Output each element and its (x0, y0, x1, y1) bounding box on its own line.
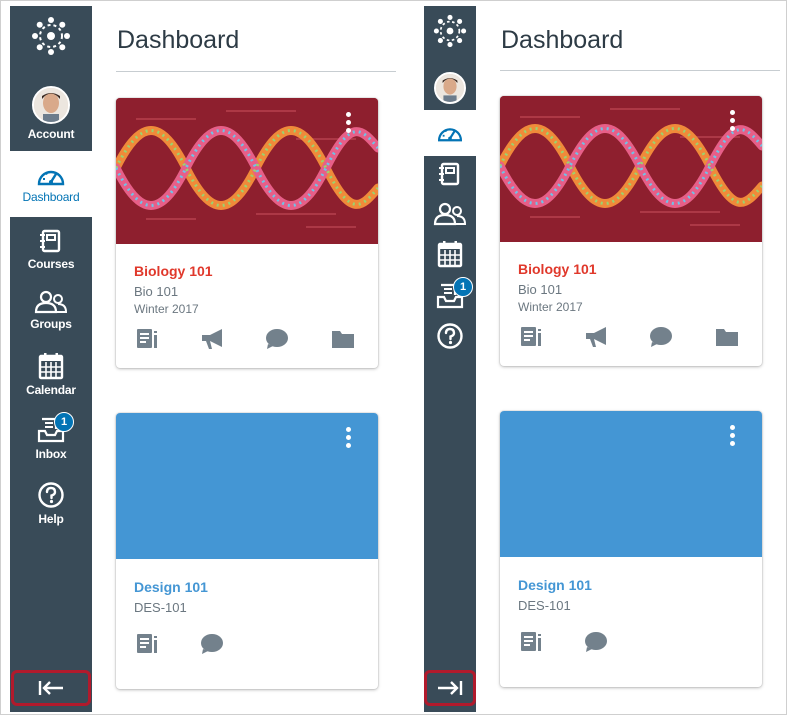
course-card-image[interactable] (116, 413, 378, 559)
course-card-image[interactable] (116, 98, 378, 244)
course-card-image[interactable] (500, 96, 762, 242)
nav-courses[interactable]: Courses (10, 228, 92, 271)
canvas-logo-icon (32, 17, 70, 55)
nav-account[interactable] (424, 72, 476, 104)
course-card-biology[interactable]: Biology 101 Bio 101 Winter 2017 (500, 96, 762, 366)
nav-label-inbox: Inbox (35, 447, 67, 461)
course-name[interactable]: Design 101 (518, 577, 744, 593)
nav-inbox[interactable]: 1 (424, 277, 476, 310)
discussions-icon[interactable] (584, 631, 608, 653)
files-icon[interactable] (331, 328, 355, 350)
help-icon (437, 323, 463, 349)
global-navigation: Account Dashboard Courses Groups Calenda… (10, 6, 92, 712)
course-code: Bio 101 (518, 282, 563, 297)
canvas-logo-icon (433, 14, 467, 48)
calendar-icon (38, 353, 64, 380)
card-options-icon[interactable] (730, 425, 736, 446)
discussions-icon[interactable] (265, 328, 289, 350)
page-title: Dashboard (117, 26, 240, 54)
nav-account[interactable]: Account (10, 86, 92, 141)
nav-courses[interactable] (424, 161, 476, 187)
course-name[interactable]: Design 101 (134, 579, 360, 595)
canvas-logo[interactable] (424, 14, 476, 58)
avatar (434, 72, 466, 104)
course-term: Winter 2017 (518, 300, 583, 314)
expand-arrow-right-icon (438, 681, 463, 695)
nav-label-calendar: Calendar (26, 383, 76, 397)
course-code: DES-101 (518, 598, 571, 613)
title-divider (116, 71, 396, 72)
course-term: Winter 2017 (134, 302, 199, 316)
course-card-biology[interactable]: Biology 101 Bio 101 Winter 2017 (116, 98, 378, 368)
nav-label-account: Account (27, 127, 75, 141)
avatar (32, 86, 70, 124)
canvas-logo[interactable] (10, 16, 92, 66)
courses-icon (439, 162, 460, 186)
dashboard-content: Dashboard Biology 101 Bio 101 Winter 201… (116, 6, 396, 689)
announcements-icon[interactable] (200, 328, 226, 350)
course-name[interactable]: Biology 101 (134, 263, 360, 279)
nav-groups[interactable] (424, 202, 476, 226)
inbox-badge: 1 (453, 277, 473, 297)
inbox-badge: 1 (54, 412, 74, 432)
course-code: DES-101 (134, 600, 187, 615)
nav-label-dashboard: Dashboard (22, 190, 80, 204)
groups-icon (34, 290, 68, 314)
groups-icon (433, 202, 467, 226)
discussions-icon[interactable] (200, 633, 224, 655)
global-navigation-collapsed: 1 (424, 6, 476, 712)
course-card-image[interactable] (500, 411, 762, 557)
courses-icon (40, 229, 61, 253)
nav-label-help: Help (38, 512, 64, 526)
dashboard-content: Dashboard Biology 101 Bio 101 Winter 201… (500, 6, 780, 687)
assignments-icon[interactable] (136, 328, 160, 350)
expanded-nav-view: Account Dashboard Courses Groups Calenda… (10, 6, 396, 712)
calendar-icon (437, 241, 463, 268)
collapse-nav-button[interactable] (11, 670, 91, 706)
expand-nav-button[interactable] (424, 670, 476, 706)
title-divider (500, 70, 780, 71)
files-icon[interactable] (715, 326, 739, 348)
course-card-design[interactable]: Design 101 DES-101 (500, 411, 762, 687)
assignments-icon[interactable] (136, 633, 160, 655)
dashboard-icon (437, 128, 463, 142)
dna-image (116, 98, 378, 244)
collapsed-nav-view: 1 Dashboard Biology 101 Bio 101 Winter 2… (424, 6, 780, 712)
discussions-icon[interactable] (649, 326, 673, 348)
nav-help[interactable] (424, 322, 476, 350)
collapse-arrow-left-icon (38, 681, 63, 695)
assignments-icon[interactable] (520, 326, 544, 348)
nav-label-courses: Courses (27, 257, 75, 271)
nav-help[interactable]: Help (10, 481, 92, 526)
course-card-design[interactable]: Design 101 DES-101 (116, 413, 378, 689)
nav-groups[interactable]: Groups (10, 290, 92, 331)
nav-dashboard[interactable] (424, 110, 476, 156)
assignments-icon[interactable] (520, 631, 544, 653)
help-icon (38, 482, 64, 508)
announcements-icon[interactable] (584, 326, 610, 348)
nav-dashboard[interactable]: Dashboard (10, 151, 92, 217)
card-options-icon[interactable] (730, 110, 736, 131)
course-code: Bio 101 (134, 284, 179, 299)
nav-inbox[interactable]: 1 Inbox (10, 412, 92, 461)
nav-label-groups: Groups (30, 317, 72, 331)
course-name[interactable]: Biology 101 (518, 261, 744, 277)
page-title: Dashboard (501, 26, 624, 54)
nav-calendar[interactable] (424, 240, 476, 268)
nav-calendar[interactable]: Calendar (10, 352, 92, 397)
card-options-icon[interactable] (346, 112, 352, 133)
card-options-icon[interactable] (346, 427, 352, 448)
dna-image (500, 96, 762, 242)
dashboard-icon (37, 170, 65, 186)
